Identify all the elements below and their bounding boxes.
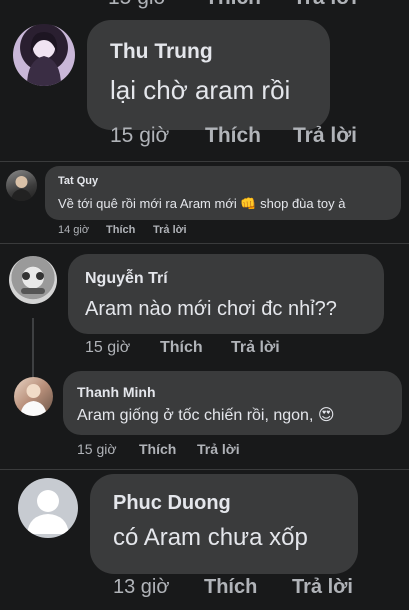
comment-text: Về tới quê rồi mới ra Aram mới 👊 shop đù… xyxy=(58,196,346,211)
commenter-name[interactable]: Phuc Duong xyxy=(113,492,231,515)
comment-phuc-duong: Phuc Duong có Aram chưa xốp 13 giờ Thích… xyxy=(0,470,409,610)
user-avatar-icon xyxy=(21,272,45,294)
like-button[interactable]: Thích xyxy=(106,224,135,236)
comment-time: 15 giờ xyxy=(77,441,117,457)
avatar[interactable] xyxy=(9,256,57,304)
like-button[interactable]: Thích xyxy=(205,0,261,10)
like-button[interactable]: Thích xyxy=(204,576,257,599)
commenter-name[interactable]: Nguyễn Trí xyxy=(85,270,168,288)
user-avatar-icon xyxy=(27,32,61,86)
comment-text: có Aram chưa xốp xyxy=(113,524,308,551)
comment-thu-trung: Thu Trung lại chờ aram rồi 15 giờ Thích … xyxy=(0,14,409,161)
comment-bubble xyxy=(63,371,402,435)
commenter-name[interactable]: Tat Quy xyxy=(58,175,98,187)
user-avatar-icon xyxy=(11,176,32,201)
reply-button[interactable]: Trả lời xyxy=(293,0,357,10)
comment-tat-quy: Tat Quy Về tới quê rồi mới ra Aram mới 👊… xyxy=(0,162,409,243)
user-avatar-icon xyxy=(20,384,47,416)
avatar[interactable] xyxy=(14,377,53,416)
default-avatar-icon xyxy=(27,490,69,534)
avatar[interactable] xyxy=(6,170,37,201)
avatar[interactable] xyxy=(13,24,75,86)
reply-button[interactable]: Trả lời xyxy=(231,339,280,357)
comment-text: lại chờ aram rồi xyxy=(110,75,291,105)
like-button[interactable]: Thích xyxy=(160,339,203,357)
reply-button[interactable]: Trả lời xyxy=(197,441,240,457)
comment-time: 15 giờ xyxy=(108,0,167,10)
reply-button[interactable]: Trả lời xyxy=(292,576,353,599)
comment-text: Aram nào mới chơi đc nhỉ?? xyxy=(85,298,337,320)
like-button[interactable]: Thích xyxy=(205,124,261,148)
partial-comment-actions: 15 giờ Thích Trả lời xyxy=(0,0,409,14)
like-button[interactable]: Thích xyxy=(139,441,176,457)
reply-button[interactable]: Trả lời xyxy=(293,124,357,148)
comment-time: 13 giờ xyxy=(113,576,170,598)
comment-time: 15 giờ xyxy=(85,339,131,356)
commenter-name[interactable]: Thu Trung xyxy=(110,40,213,64)
comment-text: Aram giống ở tốc chiến rồi, ngon, 😍 xyxy=(77,407,335,424)
comment-time: 15 giờ xyxy=(110,124,170,147)
comment-nguyen-tri: Nguyễn Trí Aram nào mới chơi đc nhỉ?? 15… xyxy=(0,244,409,469)
reply-button[interactable]: Trả lời xyxy=(153,224,187,236)
avatar[interactable] xyxy=(18,478,78,538)
comment-bubble xyxy=(68,254,384,334)
commenter-name[interactable]: Thanh Minh xyxy=(77,384,156,400)
comment-time: 14 giờ xyxy=(58,224,90,236)
